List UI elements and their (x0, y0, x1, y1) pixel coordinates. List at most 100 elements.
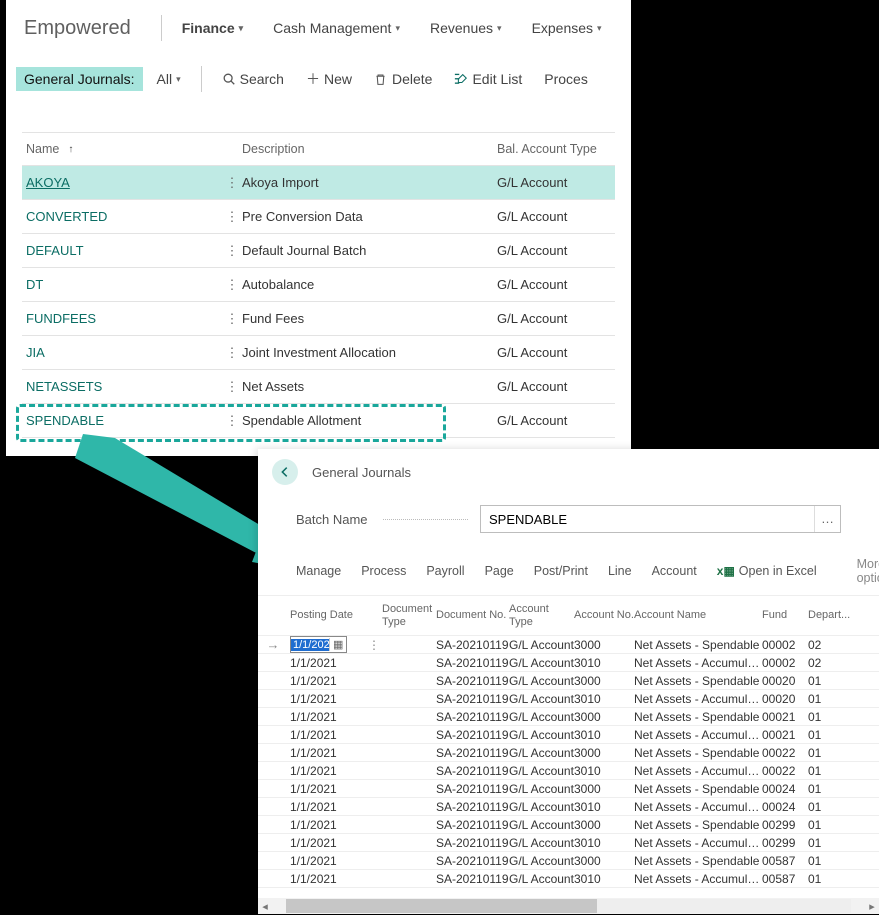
journal-name-link[interactable]: SPENDABLE (26, 413, 104, 428)
editlist-button[interactable]: Edit List (446, 67, 530, 91)
batch-lookup-button[interactable]: … (814, 506, 840, 532)
journal-row[interactable]: NETASSETS⋮Net AssetsG/L Account (22, 370, 615, 404)
search-button[interactable]: Search (214, 67, 292, 91)
nav-label: Expenses (532, 20, 593, 36)
cell-account-type: G/L Account (509, 674, 574, 688)
col-header-account-type[interactable]: Account Type (509, 603, 574, 628)
journal-line-row[interactable]: 1/1/2021SA-20210119G/L Account3010Net As… (258, 870, 879, 888)
journal-line-row[interactable]: 1/1/2021SA-20210119G/L Account3010Net As… (258, 834, 879, 852)
journal-row[interactable]: FUNDFEES⋮Fund FeesG/L Account (22, 302, 615, 336)
journal-bal-type: G/L Account (497, 413, 615, 428)
tab-payroll[interactable]: Payroll (426, 564, 464, 578)
nav-bar: Finance▾ Cash Management▾ Revenues▾ Expense… (178, 14, 606, 42)
new-button[interactable]: ＋ New (298, 67, 360, 91)
journal-line-row[interactable]: 1/1/2021SA-20210119G/L Account3010Net As… (258, 654, 879, 672)
row-menu-button[interactable]: ⋮ (222, 345, 242, 361)
col-header-bal[interactable]: Bal. Account Type (497, 142, 615, 156)
journal-line-row[interactable]: 1/1/2021SA-20210119G/L Account3010Net As… (258, 726, 879, 744)
col-header-description[interactable]: Description (242, 142, 497, 156)
journal-row[interactable]: CONVERTED⋮Pre Conversion DataG/L Account (22, 200, 615, 234)
col-header-name[interactable]: Name ↑ (22, 142, 222, 156)
chevron-down-icon: ▾ (497, 23, 502, 34)
cell-depart: 01 (808, 710, 848, 724)
journal-line-row[interactable]: 1/1/2021SA-20210119G/L Account3000Net As… (258, 816, 879, 834)
cell-account-no: 3000 (574, 854, 634, 868)
journal-row[interactable]: AKOYA⋮Akoya ImportG/L Account (22, 166, 615, 200)
row-menu-button[interactable]: ⋮ (222, 311, 242, 327)
tab-line[interactable]: Line (608, 564, 632, 578)
journal-line-row[interactable]: 1/1/2021SA-20210119G/L Account3010Net As… (258, 690, 879, 708)
journal-line-row[interactable]: 1/1/2021SA-20210119G/L Account3000Net As… (258, 852, 879, 870)
journal-line-row[interactable]: 1/1/2021SA-20210119G/L Account3000Net As… (258, 780, 879, 798)
nav-finance[interactable]: Finance▾ (178, 14, 247, 42)
journal-description: Default Journal Batch (242, 243, 497, 258)
journal-name-link[interactable]: DEFAULT (26, 243, 84, 258)
calendar-icon[interactable]: ▦ (329, 638, 346, 651)
journal-line-row[interactable]: 1/1/2021SA-20210119G/L Account3010Net As… (258, 798, 879, 816)
col-header-account-no[interactable]: Account No. (574, 609, 634, 622)
row-menu-button[interactable]: ⋮ (222, 277, 242, 293)
row-menu-button[interactable]: ⋮ (222, 243, 242, 259)
journal-line-row[interactable]: 1/1/2021SA-20210119G/L Account3000Net As… (258, 672, 879, 690)
row-menu-button[interactable]: ⋮ (366, 638, 382, 652)
col-header-document-no[interactable]: Document No. (436, 609, 509, 622)
journal-line-row[interactable]: 1/1/2021SA-20210119G/L Account3000Net As… (258, 744, 879, 762)
tab-account[interactable]: Account (652, 564, 697, 578)
scroll-right-icon[interactable]: ▸ (865, 900, 879, 913)
tab-process[interactable]: Process (361, 564, 406, 578)
cell-depart: 01 (808, 674, 848, 688)
nav-revenues[interactable]: Revenues▾ (426, 14, 506, 42)
tab-postprint[interactable]: Post/Print (534, 564, 588, 578)
col-header-posting-date[interactable]: Posting Date (288, 609, 366, 622)
back-button[interactable] (272, 459, 298, 485)
journal-name-link[interactable]: CONVERTED (26, 209, 107, 224)
col-header-depart[interactable]: Depart... (808, 609, 848, 622)
cell-depart: 01 (808, 872, 848, 886)
scroll-left-icon[interactable]: ◂ (258, 900, 272, 913)
cell-document-no: SA-20210119 (436, 872, 509, 886)
journal-row[interactable]: JIA⋮Joint Investment AllocationG/L Accou… (22, 336, 615, 370)
journal-line-row[interactable]: 1/1/2021SA-20210119G/L Account3010Net As… (258, 762, 879, 780)
journal-name-link[interactable]: AKOYA (26, 175, 70, 190)
journal-line-row[interactable]: →1/1/202▦⋮SA-20210119G/L Account3000Net … (258, 636, 879, 654)
scroll-thumb[interactable] (286, 899, 597, 913)
row-menu-button[interactable]: ⋮ (222, 379, 242, 395)
tab-page[interactable]: Page (485, 564, 514, 578)
row-menu-button[interactable]: ⋮ (222, 209, 242, 225)
journal-row[interactable]: SPENDABLE⋮Spendable AllotmentG/L Account (22, 404, 615, 438)
filter-all[interactable]: All ▾ (149, 67, 189, 91)
more-options-button[interactable]: More options (857, 557, 879, 585)
journal-name-link[interactable]: NETASSETS (26, 379, 102, 394)
nav-expenses[interactable]: Expenses▾ (528, 14, 606, 42)
cell-posting-date: 1/1/2021 (288, 764, 366, 778)
new-label: New (324, 71, 352, 87)
col-header-fund[interactable]: Fund (762, 609, 808, 622)
scroll-track[interactable] (286, 899, 851, 913)
col-header-document-type[interactable]: Document Type (382, 603, 436, 628)
nav-cash-management[interactable]: Cash Management▾ (269, 14, 404, 42)
cell-account-name: Net Assets - Spendable (634, 854, 762, 868)
horizontal-scrollbar[interactable]: ◂ ▸ (258, 898, 879, 914)
journal-row[interactable]: DT⋮AutobalanceG/L Account (22, 268, 615, 302)
cell-document-no: SA-20210119 (436, 764, 509, 778)
journal-line-row[interactable]: 1/1/2021SA-20210119G/L Account3000Net As… (258, 708, 879, 726)
col-header-account-name[interactable]: Account Name (634, 609, 762, 622)
batch-row: Batch Name … (258, 499, 879, 547)
journal-name-link[interactable]: FUNDFEES (26, 311, 96, 326)
journal-row[interactable]: DEFAULT⋮Default Journal BatchG/L Account (22, 234, 615, 268)
row-menu-button[interactable]: ⋮ (222, 175, 242, 191)
cell-account-name: Net Assets - Accumulated E... (634, 728, 762, 742)
process-button[interactable]: Proces (536, 67, 596, 91)
toolbar-section-label: General Journals: (16, 67, 143, 91)
journal-name-link[interactable]: DT (26, 277, 43, 292)
posting-date-input[interactable]: 1/1/202▦ (290, 636, 347, 653)
open-in-excel-button[interactable]: x▦ Open in Excel (717, 564, 817, 578)
chevron-down-icon: ▾ (395, 23, 400, 34)
journal-name-link[interactable]: JIA (26, 345, 45, 360)
batch-name-input[interactable] (481, 512, 814, 527)
cell-fund: 00587 (762, 854, 808, 868)
tab-manage[interactable]: Manage (296, 564, 341, 578)
row-menu-button[interactable]: ⋮ (222, 413, 242, 429)
cell-account-type: G/L Account (509, 692, 574, 706)
delete-button[interactable]: Delete (366, 67, 440, 91)
